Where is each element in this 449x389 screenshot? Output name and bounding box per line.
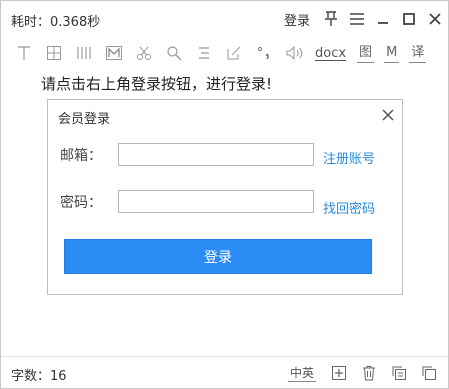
- close-icon[interactable]: [378, 105, 398, 125]
- password-label: 密码：: [60, 195, 102, 211]
- title-controls: 登录: [284, 7, 448, 31]
- punctuation-icon[interactable]: [249, 40, 279, 66]
- app-window: 耗时：0.368秒 登录 docx 图 M 译 请点击右上角登录按钮，进行登录!…: [0, 0, 449, 389]
- status-bar: 字数：16 中英: [1, 356, 448, 389]
- search-icon[interactable]: [159, 40, 189, 66]
- email-label: 邮箱：: [60, 148, 102, 164]
- image-button[interactable]: 图: [357, 44, 375, 63]
- text-mode-icon[interactable]: [9, 40, 39, 66]
- pin-icon[interactable]: [318, 7, 344, 31]
- columns-icon[interactable]: [69, 40, 99, 66]
- language-toggle[interactable]: 中英: [287, 365, 316, 382]
- password-field[interactable]: [118, 190, 314, 213]
- speaker-icon[interactable]: [279, 40, 309, 66]
- translate-button[interactable]: 译: [409, 44, 427, 63]
- maximize-icon[interactable]: [396, 7, 422, 31]
- minimize-icon[interactable]: [370, 7, 396, 31]
- login-button[interactable]: 登录: [284, 10, 310, 29]
- table-icon[interactable]: [39, 40, 69, 66]
- cut-icon[interactable]: [129, 40, 159, 66]
- add-icon[interactable]: [324, 361, 354, 385]
- elapsed-time: 耗时：0.368秒: [11, 15, 101, 30]
- edit-icon[interactable]: [219, 40, 249, 66]
- submit-login-button[interactable]: 登录: [64, 239, 372, 274]
- title-bar: 耗时：0.368秒 登录: [1, 1, 448, 37]
- email-field[interactable]: [118, 143, 314, 166]
- delete-icon[interactable]: [354, 361, 384, 385]
- close-icon[interactable]: [422, 7, 448, 31]
- duplicate-icon[interactable]: [414, 361, 444, 385]
- menu-icon[interactable]: [344, 7, 370, 31]
- status-actions: 中英: [287, 361, 444, 385]
- login-prompt: 请点击右上角登录按钮，进行登录!: [41, 75, 273, 93]
- align-icon[interactable]: [189, 40, 219, 66]
- markdown-button[interactable]: M: [384, 44, 400, 63]
- copy-icon[interactable]: [384, 361, 414, 385]
- register-link[interactable]: 注册账号: [323, 148, 375, 167]
- docx-button[interactable]: docx: [309, 40, 352, 66]
- dialog-title: 会员登录: [58, 112, 111, 127]
- login-dialog: 会员登录 邮箱： 注册账号 密码： 找回密码 登录: [47, 99, 403, 295]
- recover-password-link[interactable]: 找回密码: [323, 198, 375, 217]
- char-count: 字数：16: [11, 369, 67, 384]
- toolbar: docx 图 M 译: [1, 39, 448, 67]
- markdown-box-icon[interactable]: [99, 40, 129, 66]
